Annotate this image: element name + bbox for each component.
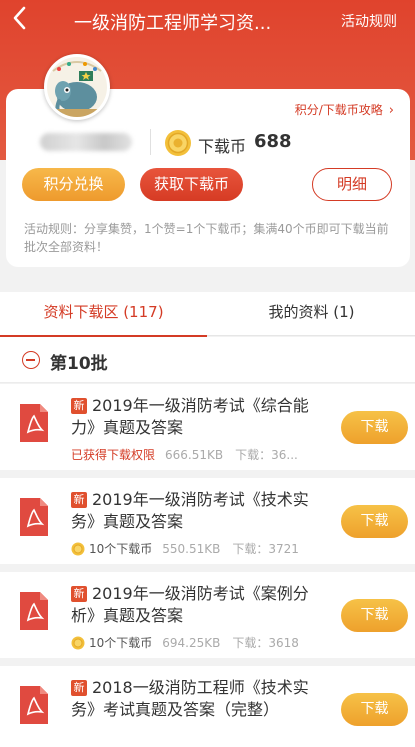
file-size: 694.25KB	[162, 636, 221, 650]
chevron-right-icon: ›	[388, 103, 394, 118]
file-size: 666.51KB	[165, 448, 224, 462]
download-button[interactable]: 下载	[341, 505, 408, 538]
item-title: 2019年一级消防考试《综合能力》真题及答案	[71, 396, 309, 437]
page-title: 一级消防工程师学习资...	[74, 13, 272, 34]
download-button[interactable]: 下载	[341, 693, 408, 726]
batch-title: 第10批	[50, 354, 108, 374]
item-title: 2018一级消防工程师《技术实务》考试真题及答案（完整）	[71, 678, 309, 719]
list-item[interactable]: 新 2018一级消防工程师《技术实务》考试真题及答案（完整） 下载	[0, 666, 415, 747]
pdf-file-icon	[20, 592, 48, 630]
coin-balance: 688	[254, 131, 292, 152]
pdf-file-icon	[20, 686, 48, 724]
pdf-file-icon	[20, 498, 48, 536]
get-coins-button[interactable]: 获取下载币	[140, 168, 243, 201]
coin-strategy-link[interactable]: 积分/下载币攻略 ›	[295, 101, 394, 118]
points-exchange-button[interactable]: 积分兑换	[22, 168, 125, 201]
divider	[150, 129, 151, 155]
download-count: 下载：36...	[235, 448, 298, 462]
chevron-left-icon	[13, 6, 26, 30]
batch-header[interactable]: 第10批	[0, 337, 415, 383]
nav-bar: 一级消防工程师学习资... 活动规则	[0, 0, 415, 40]
item-meta: 10个下载币 550.51KB 下载：3721	[71, 540, 329, 557]
coin-icon	[71, 542, 85, 556]
download-button[interactable]: 下载	[341, 599, 408, 632]
tab-bar: 资料下载区 (117) 我的资料 (1)	[0, 292, 415, 337]
item-title: 2019年一级消防考试《案例分析》真题及答案	[71, 584, 309, 625]
activity-rules-link[interactable]: 活动规则	[341, 11, 397, 31]
collapse-icon[interactable]	[22, 351, 40, 369]
pdf-file-icon	[20, 404, 48, 442]
coin-strategy-label: 积分/下载币攻略	[294, 103, 383, 117]
tab-downloads-label: 资料下载区 (117)	[43, 303, 164, 321]
coin-cost: 10个下载币	[89, 542, 153, 556]
coin-icon	[165, 130, 191, 156]
elephant-avatar-icon	[47, 57, 107, 117]
list-item[interactable]: 新 2019年一级消防考试《案例分析》真题及答案 10个下载币 694.25KB 下…	[0, 572, 415, 658]
avatar[interactable]	[44, 54, 110, 120]
list-item[interactable]: 新 2019年一级消防考试《综合能力》真题及答案 已获得下载权限 666.51KB…	[0, 384, 415, 470]
username-blurred	[40, 133, 132, 151]
back-button[interactable]	[10, 4, 36, 34]
item-meta: 10个下载币 694.25KB 下载：3618	[71, 634, 329, 651]
item-meta: 已获得下载权限 666.51KB 下载：36...	[71, 446, 329, 463]
coin-cost: 10个下载币	[89, 636, 153, 650]
list-item[interactable]: 新 2019年一级消防考试《技术实务》真题及答案 10个下载币 550.51KB 下…	[0, 478, 415, 564]
download-permission-status: 已获得下载权限	[71, 448, 156, 462]
tab-my-materials-label: 我的资料 (1)	[268, 303, 355, 321]
activity-rules-text: 活动规则：分享集赞，1个赞=1个下载币；集满40个币即可下载当前批次全部资料！	[24, 222, 389, 254]
tab-my-materials[interactable]: 我的资料 (1)	[208, 292, 415, 336]
coin-label: 下载币	[198, 137, 247, 156]
coin-icon	[71, 636, 85, 650]
details-button[interactable]: 明细	[312, 168, 392, 201]
item-title: 2019年一级消防考试《技术实务》真题及答案	[71, 490, 309, 531]
download-count: 下载：3618	[232, 636, 299, 650]
tab-downloads[interactable]: 资料下载区 (117)	[0, 292, 207, 337]
download-button[interactable]: 下载	[341, 411, 408, 444]
file-size: 550.51KB	[162, 542, 221, 556]
download-count: 下载：3721	[232, 542, 299, 556]
